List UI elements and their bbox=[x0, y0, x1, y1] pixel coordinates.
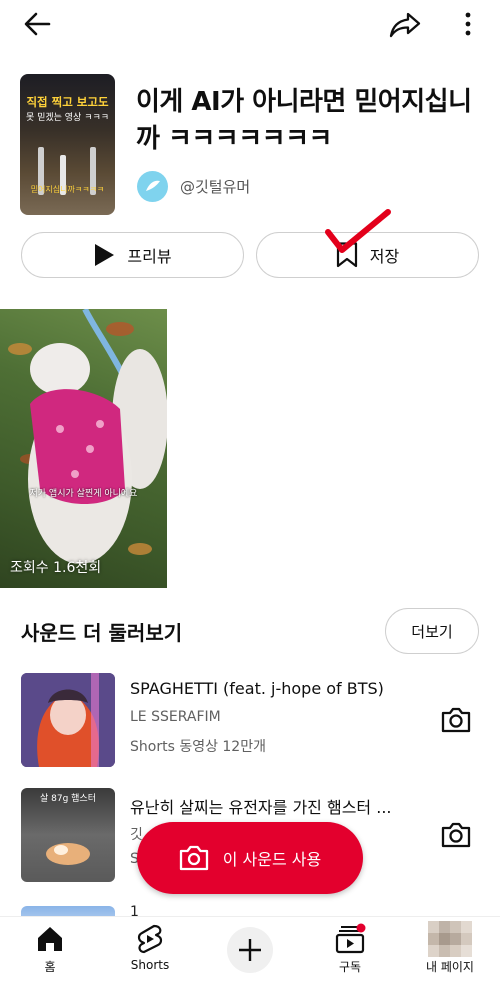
sound-thumbnail[interactable] bbox=[21, 673, 115, 767]
subscriptions-icon bbox=[335, 923, 366, 954]
view-count: 조회수 1.6천회 bbox=[10, 560, 102, 576]
top-bar bbox=[0, 0, 500, 48]
nav-home[interactable]: 홈 bbox=[0, 917, 100, 983]
nav-subscriptions[interactable]: 구독 bbox=[300, 917, 400, 983]
cat-image bbox=[8, 309, 167, 564]
channel-link[interactable]: @깃털유머 bbox=[137, 170, 250, 202]
use-this-sound-label: 이 사운드 사용 bbox=[222, 850, 322, 869]
nav-shorts[interactable]: Shorts bbox=[100, 917, 200, 983]
list-item[interactable]: SPAGHETTI (feat. j-hope of BTS) LE SSERA… bbox=[0, 673, 500, 769]
cover-caption: 못 믿겠는 영상 ㅋㅋㅋ bbox=[25, 113, 110, 123]
plus-icon bbox=[239, 939, 261, 961]
shorts-video-thumbnail[interactable]: 저가 앱시가 살찐게 아니에요 조회수 1.6천회 bbox=[0, 309, 167, 588]
camera-icon[interactable] bbox=[440, 705, 472, 735]
nav-shorts-label: Shorts bbox=[130, 958, 170, 972]
sound-header: 직접 찍고 보고도 못 믿겠는 영상 ㅋㅋㅋ 믿어지십니까ㅋㅋㅋㅋ 이게 AI가… bbox=[0, 74, 500, 218]
more-vertical-icon[interactable] bbox=[456, 8, 480, 40]
nav-subscriptions-label: 구독 bbox=[338, 960, 362, 974]
sound-thumbnail[interactable]: 살 87g 햄스터 bbox=[21, 788, 115, 882]
cover-caption: 믿어지십니까ㅋㅋㅋㅋ bbox=[30, 185, 105, 194]
create-button[interactable] bbox=[227, 927, 273, 973]
cover-caption: 직접 찍고 보고도 bbox=[26, 95, 109, 109]
camera-icon[interactable] bbox=[440, 820, 472, 850]
annotation-checkmark-icon bbox=[325, 209, 391, 253]
sound-title: 이게 AI가 아니라면 믿어지십니까 ㅋㅋㅋㅋㅋㅋㅋ bbox=[136, 87, 472, 154]
see-more-button[interactable]: 더보기 bbox=[385, 608, 479, 654]
sound-title[interactable]: SPAGHETTI (feat. j-hope of BTS) bbox=[130, 679, 420, 698]
nav-my-page[interactable]: 내 페이지 bbox=[400, 917, 500, 983]
channel-avatar[interactable] bbox=[137, 170, 168, 202]
play-icon bbox=[95, 244, 115, 266]
preview-button[interactable]: 프리뷰 bbox=[21, 232, 244, 278]
sound-meta: Shorts 동영상 12만개 bbox=[130, 739, 266, 755]
share-icon[interactable] bbox=[388, 8, 422, 40]
home-icon bbox=[38, 927, 62, 951]
shorts-icon bbox=[137, 924, 163, 954]
sound-cover-image[interactable]: 직접 찍고 보고도 못 믿겠는 영상 ㅋㅋㅋ 믿어지십니까ㅋㅋㅋㅋ bbox=[20, 74, 115, 215]
preview-button-label: 프리뷰 bbox=[127, 247, 172, 266]
use-this-sound-button[interactable]: 이 사운드 사용 bbox=[137, 822, 363, 894]
channel-handle[interactable]: @깃털유머 bbox=[180, 176, 250, 197]
hamster-photo bbox=[46, 843, 90, 865]
artist-photo bbox=[21, 673, 115, 767]
back-arrow-icon[interactable] bbox=[20, 8, 54, 40]
section-title: 사운드 더 둘러보기 bbox=[21, 621, 183, 645]
profile-avatar bbox=[428, 921, 472, 957]
bottom-navigation: 홈 Shorts 구독 내 페이지 bbox=[0, 916, 500, 983]
feather-icon bbox=[145, 180, 160, 191]
sound-title[interactable]: 유난히 살찌는 유전자를 가진 햄스터 ... bbox=[130, 794, 420, 818]
camera-icon bbox=[179, 845, 208, 871]
video-caption: 저가 앱시가 살찐게 아니에요 bbox=[29, 489, 138, 499]
nav-my-page-label: 내 페이지 bbox=[426, 960, 474, 974]
nav-home-label: 홈 bbox=[44, 960, 56, 974]
sound-artist: LE SSERAFIM bbox=[130, 709, 221, 725]
